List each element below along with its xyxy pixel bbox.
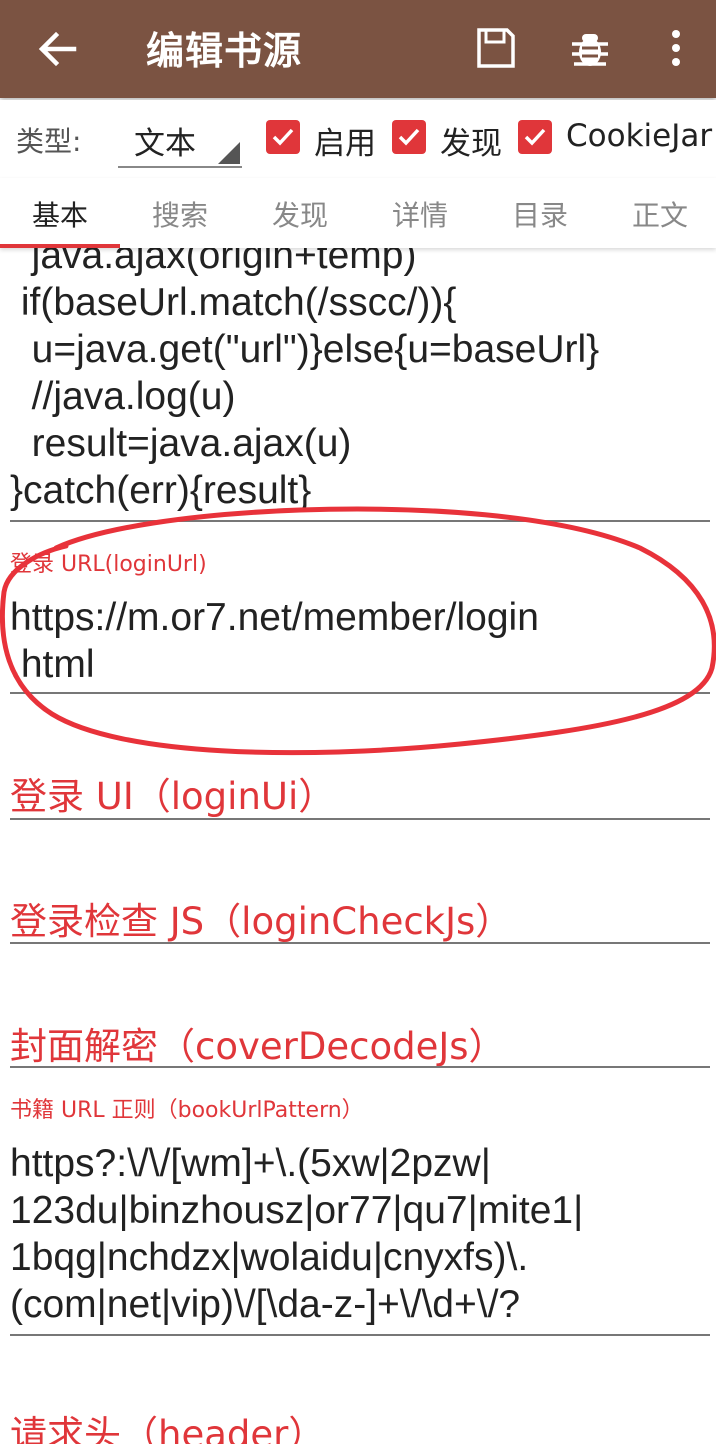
field-underline — [10, 1066, 710, 1068]
field-underline — [10, 692, 710, 694]
field-underline — [10, 942, 710, 944]
tab-basic[interactable]: 基本 — [0, 194, 120, 234]
code-line: //java.log(u) — [10, 375, 236, 418]
save-icon[interactable] — [474, 24, 518, 72]
code-line: }catch(err){result} — [10, 469, 312, 512]
cookiejar-label: CookieJar — [566, 118, 713, 154]
bug-icon[interactable] — [568, 24, 612, 72]
check-icon — [398, 128, 420, 146]
header-label: 请求头（header） — [10, 1413, 326, 1444]
explore-checkbox[interactable] — [392, 120, 426, 154]
code-line: if(baseUrl.match(/sscc/)){ — [10, 281, 457, 324]
app-bar: 编辑书源 — [0, 0, 716, 98]
explore-label: 发现 — [440, 126, 502, 162]
tab-search[interactable]: 搜索 — [120, 194, 240, 234]
enabled-checkbox[interactable] — [266, 120, 300, 154]
pattern-line: 123du|binzhousz|or77|qu7|mite1| — [10, 1189, 584, 1232]
tab-content[interactable]: 正文 — [600, 194, 716, 234]
type-label: 类型: — [16, 125, 82, 158]
dropdown-triangle-icon — [218, 142, 240, 164]
back-arrow-icon[interactable] — [34, 26, 80, 72]
type-value: 文本 — [134, 126, 196, 162]
login-url-line-1: https://m.or7.net/member/login — [10, 596, 539, 639]
enabled-label: 启用 — [314, 126, 376, 162]
tab-indicator — [0, 244, 120, 248]
book-url-pattern-label: 书籍 URL 正则（bookUrlPattern） — [10, 1098, 364, 1123]
login-check-js-label: 登录检查 JS（loginCheckJs） — [10, 900, 513, 943]
field-underline — [10, 818, 710, 820]
tab-bar: 基本 搜索 发现 详情 目录 正文 — [0, 178, 716, 248]
pattern-line: https?:\/\/[wm]+\.(5xw|2pzw| — [10, 1142, 491, 1185]
cover-decode-js-label: 封面解密（coverDecodeJs） — [10, 1025, 506, 1068]
form-content[interactable]: java.ajax(origin+temp) if(baseUrl.match(… — [0, 248, 716, 1444]
tab-detail[interactable]: 详情 — [360, 194, 480, 234]
pattern-line: (com|net|vip)\/[\da-z-]+\/\d+\/? — [10, 1283, 521, 1326]
code-line: u=java.get("url")}else{u=baseUrl} — [10, 328, 600, 371]
type-select[interactable]: 文本 — [118, 108, 242, 168]
tab-explore[interactable]: 发现 — [240, 194, 360, 234]
cookiejar-checkbox[interactable] — [518, 120, 552, 154]
login-url-line-2: .html — [10, 643, 95, 686]
tab-toc[interactable]: 目录 — [480, 194, 600, 234]
code-line: result=java.ajax(u) — [10, 422, 352, 465]
code-line: java.ajax(origin+temp) — [10, 248, 417, 277]
field-underline — [10, 1334, 710, 1336]
login-url-label: 登录 URL(loginUrl) — [10, 552, 207, 577]
page-title: 编辑书源 — [146, 29, 303, 73]
field-underline — [10, 520, 710, 522]
check-icon — [524, 128, 546, 146]
pattern-line: 1bqg|nchdzx|wolaidu|cnyxfs)\. — [10, 1236, 529, 1279]
login-ui-label: 登录 UI（loginUi） — [10, 775, 336, 818]
more-vert-icon[interactable] — [654, 24, 698, 72]
check-icon — [272, 128, 294, 146]
